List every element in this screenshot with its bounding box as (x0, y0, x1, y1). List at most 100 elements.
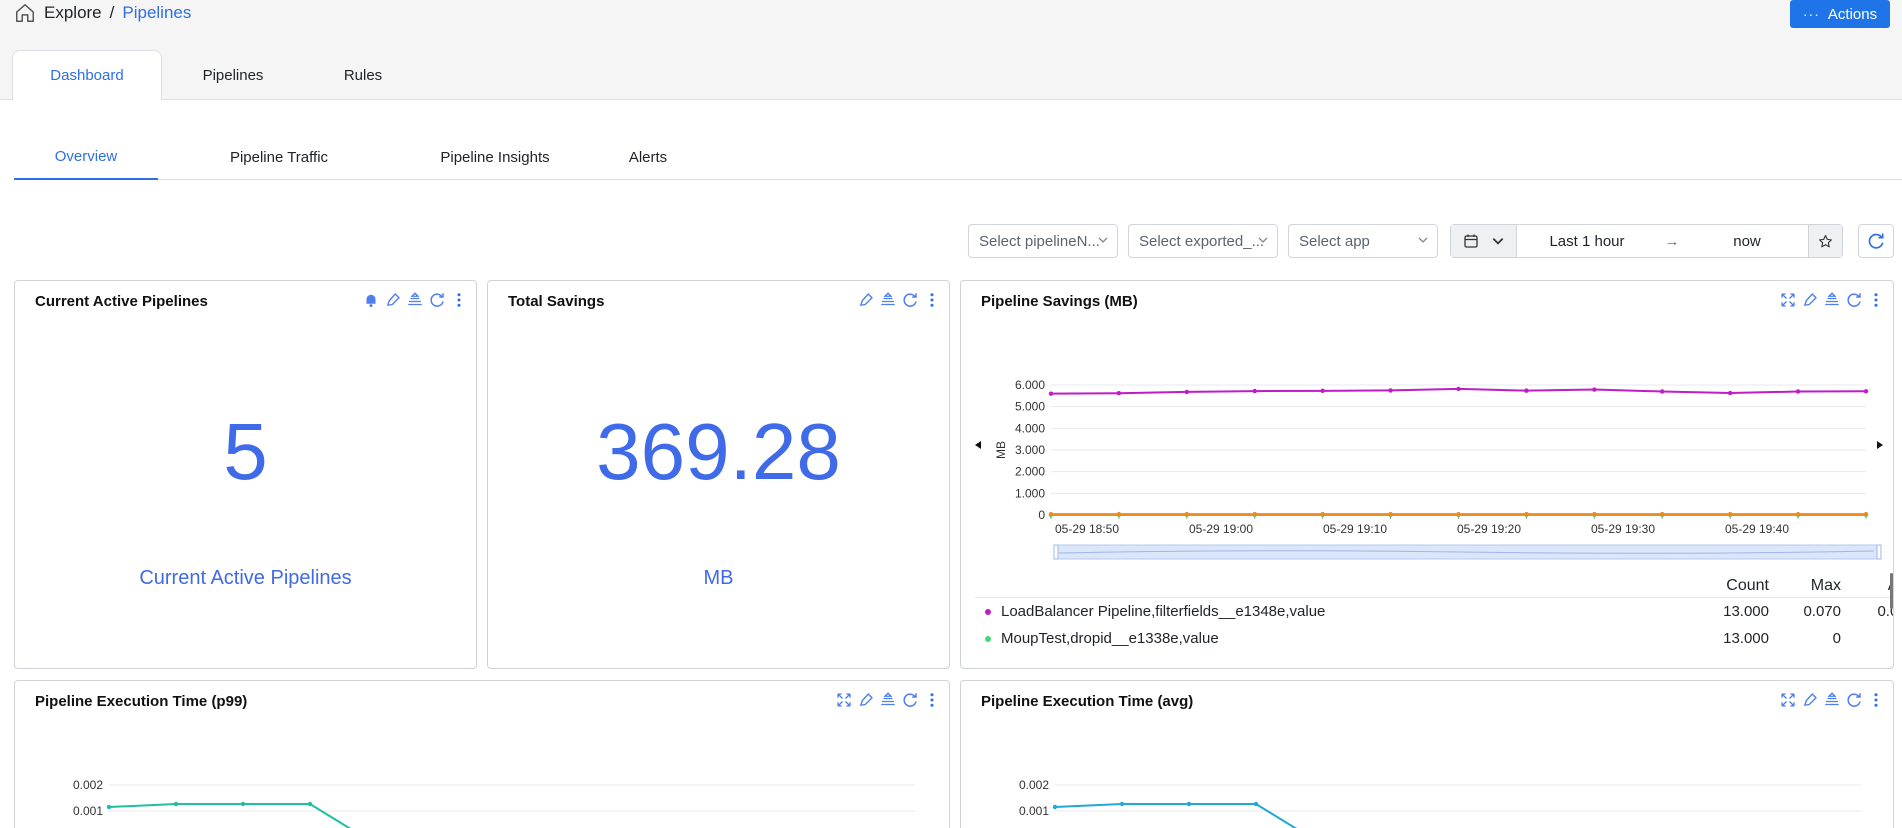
data-point (1863, 389, 1869, 394)
y-tick-label: 0.002 (1019, 778, 1049, 792)
y-tick-label: 0 (1038, 508, 1045, 522)
data-point (1048, 391, 1054, 396)
actions-button[interactable]: ··· Actions (1790, 0, 1890, 28)
legend-count: 13.000 (1723, 630, 1769, 647)
tab-dashboard[interactable]: Dashboard (12, 50, 162, 101)
tab-rules[interactable]: Rules (304, 50, 422, 101)
app-select[interactable]: Select app (1288, 224, 1438, 258)
series-line (1054, 803, 1298, 828)
legend-row[interactable]: MoupTest,dropid__e1338e,value 13.000 0 0 (975, 625, 1893, 652)
zoom-handle-left (1053, 544, 1059, 560)
subtab-pipeline-insights[interactable]: Pipeline Insights (400, 135, 590, 180)
legend-row[interactable]: LoadBalancer Pipeline,filterfields__e134… (975, 598, 1893, 625)
date-from[interactable]: Last 1 hour (1517, 233, 1657, 250)
data-point (1184, 511, 1190, 517)
refresh-icon[interactable] (901, 291, 919, 309)
y-tick-label: 2.000 (1015, 465, 1045, 479)
legend-header-max: Max (1810, 576, 1841, 594)
x-tick-label: 05-29 19:20 (1457, 522, 1521, 536)
more-vertical-icon[interactable] (923, 291, 941, 309)
pipeline-name-select[interactable]: Select pipelineN... (968, 224, 1118, 258)
subtab-overview[interactable]: Overview (14, 135, 158, 180)
series-dot (985, 608, 991, 615)
tab-pipelines[interactable]: Pipelines (162, 50, 304, 101)
main-tabs: Dashboard Pipelines Rules (12, 50, 422, 101)
y-tick-label: 1.000 (1015, 486, 1045, 500)
data-point (1048, 511, 1054, 517)
panel-active-pipelines: Current Active Pipelines 5 Current Activ… (14, 280, 477, 669)
legend-series-name: MoupTest,dropid__e1338e,value (1001, 630, 1219, 647)
data-point (1456, 511, 1461, 517)
legend-max: 0 (1832, 630, 1841, 647)
exec-time-p99-chart: 0.001 0.002 (73, 778, 915, 828)
y-tick-label: 0.002 (73, 778, 103, 792)
explore-icon[interactable] (406, 291, 424, 309)
y-tick-label: 4.000 (1015, 421, 1045, 435)
legend-scrollbar[interactable] (1890, 573, 1893, 609)
y-tick-label: 0.001 (73, 804, 103, 818)
refresh-button[interactable] (1858, 224, 1894, 258)
legend-count: 13.000 (1723, 603, 1769, 620)
data-point (1795, 511, 1801, 517)
refresh-icon (1868, 233, 1884, 249)
sub-tabs: Overview Pipeline Traffic Pipeline Insig… (14, 135, 1902, 180)
pipeline-savings-chart: 0 1.000 2.000 3.000 4.000 5.000 6.000 MB 05-29 1… (975, 378, 1883, 560)
legend-header-count: Count (1726, 576, 1769, 594)
data-point (1116, 511, 1122, 517)
chevron-down-icon (1098, 237, 1108, 243)
bell-icon[interactable] (362, 291, 380, 309)
explore-icon[interactable] (879, 291, 897, 309)
data-point (1795, 389, 1801, 394)
subtab-alerts[interactable]: Alerts (590, 135, 706, 180)
active-pipelines-label: Current Active Pipelines (139, 567, 352, 589)
arrow-right-icon: → (1664, 232, 1680, 250)
edit-icon[interactable] (384, 291, 402, 309)
star-icon (1819, 234, 1832, 247)
y-tick-label: 0.001 (1019, 804, 1049, 818)
series-line (108, 803, 352, 828)
total-savings-unit: MB (703, 567, 734, 589)
more-vertical-icon[interactable] (450, 291, 468, 309)
subtab-pipeline-traffic[interactable]: Pipeline Traffic (158, 135, 400, 180)
exec-time-avg-chart: 0.001 0.002 (1019, 778, 1861, 828)
favorite-button[interactable] (1808, 225, 1842, 257)
data-point (1253, 801, 1259, 807)
data-point (106, 804, 112, 810)
refresh-icon[interactable] (428, 291, 446, 309)
y-tick-label: 3.000 (1015, 443, 1045, 457)
legend-series-name: LoadBalancer Pipeline,filterfields__e134… (1001, 603, 1326, 620)
data-point (1592, 511, 1597, 517)
breadcrumb-separator: / (109, 3, 115, 22)
more-icon: ··· (1802, 6, 1820, 22)
zoom-handle-right (1876, 544, 1882, 560)
legend-header-avg: Avg (1841, 577, 1893, 595)
calendar-dropdown[interactable] (1451, 225, 1517, 257)
panel-total-savings: Total Savings 369.28 MB (487, 280, 950, 669)
total-savings-value: 369.28 (596, 407, 841, 496)
data-point (1592, 387, 1597, 392)
data-point (1863, 511, 1869, 517)
chevron-down-icon (1418, 237, 1428, 243)
top-bar: Explore / Pipelines ··· Actions Dashboar… (0, 0, 1902, 101)
data-point (1727, 390, 1733, 396)
home-icon[interactable] (14, 2, 36, 24)
legend-max: 0.070 (1803, 603, 1841, 620)
breadcrumb-explore[interactable]: Explore (44, 3, 102, 23)
y-tick-label: 5.000 (1015, 400, 1045, 414)
x-tick-label: 05-29 18:50 (1055, 522, 1119, 536)
data-point (1320, 388, 1325, 394)
data-point (1524, 388, 1529, 393)
app-placeholder: Select app (1299, 232, 1370, 250)
actions-label: Actions (1827, 5, 1878, 23)
chevron-down-icon (1258, 237, 1268, 243)
breadcrumb-pipelines[interactable]: Pipelines (122, 3, 191, 23)
panel-exec-time-p99: Pipeline Execution Time (p99) 0.001 0.002 (14, 680, 950, 828)
panel-title: Total Savings (508, 293, 605, 310)
date-range-picker[interactable]: Last 1 hour → now (1450, 224, 1843, 258)
edit-icon[interactable] (857, 291, 875, 309)
legend-header: Count Max Avg (975, 574, 1893, 598)
data-point (1116, 391, 1122, 396)
date-to[interactable]: now (1687, 233, 1807, 250)
exported-select[interactable]: Select exported_... (1128, 224, 1278, 258)
x-tick-label: 05-29 19:00 (1189, 522, 1253, 536)
